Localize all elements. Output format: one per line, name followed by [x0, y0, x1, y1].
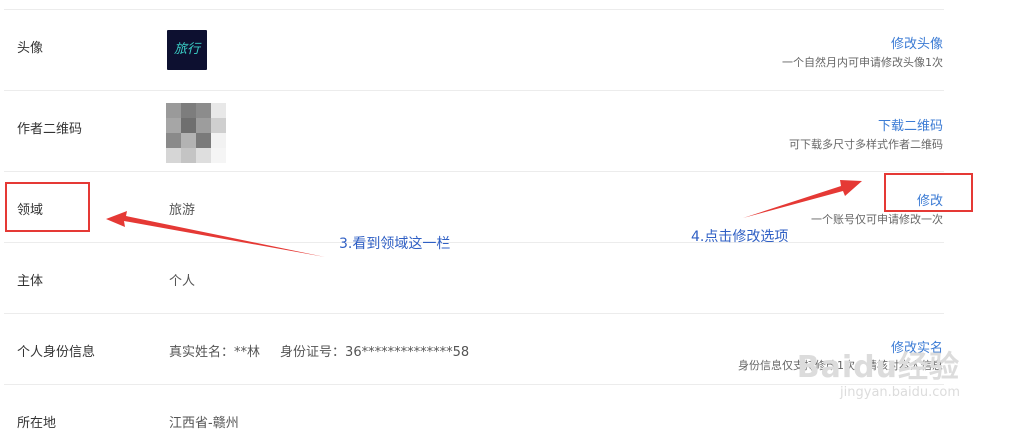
watermark: Baidu经验 jingyan.baidu.com — [797, 352, 960, 402]
watermark-url: jingyan.baidu.com — [840, 385, 960, 400]
watermark-logo: Baidu经验 — [796, 350, 960, 385]
annotation-step4: 4.点击修改选项 — [691, 229, 789, 245]
arrow-to-modify-button — [743, 180, 862, 218]
annotation-step3: 3.看到领域这一栏 — [339, 236, 451, 252]
arrow-to-domain-label — [106, 211, 325, 257]
